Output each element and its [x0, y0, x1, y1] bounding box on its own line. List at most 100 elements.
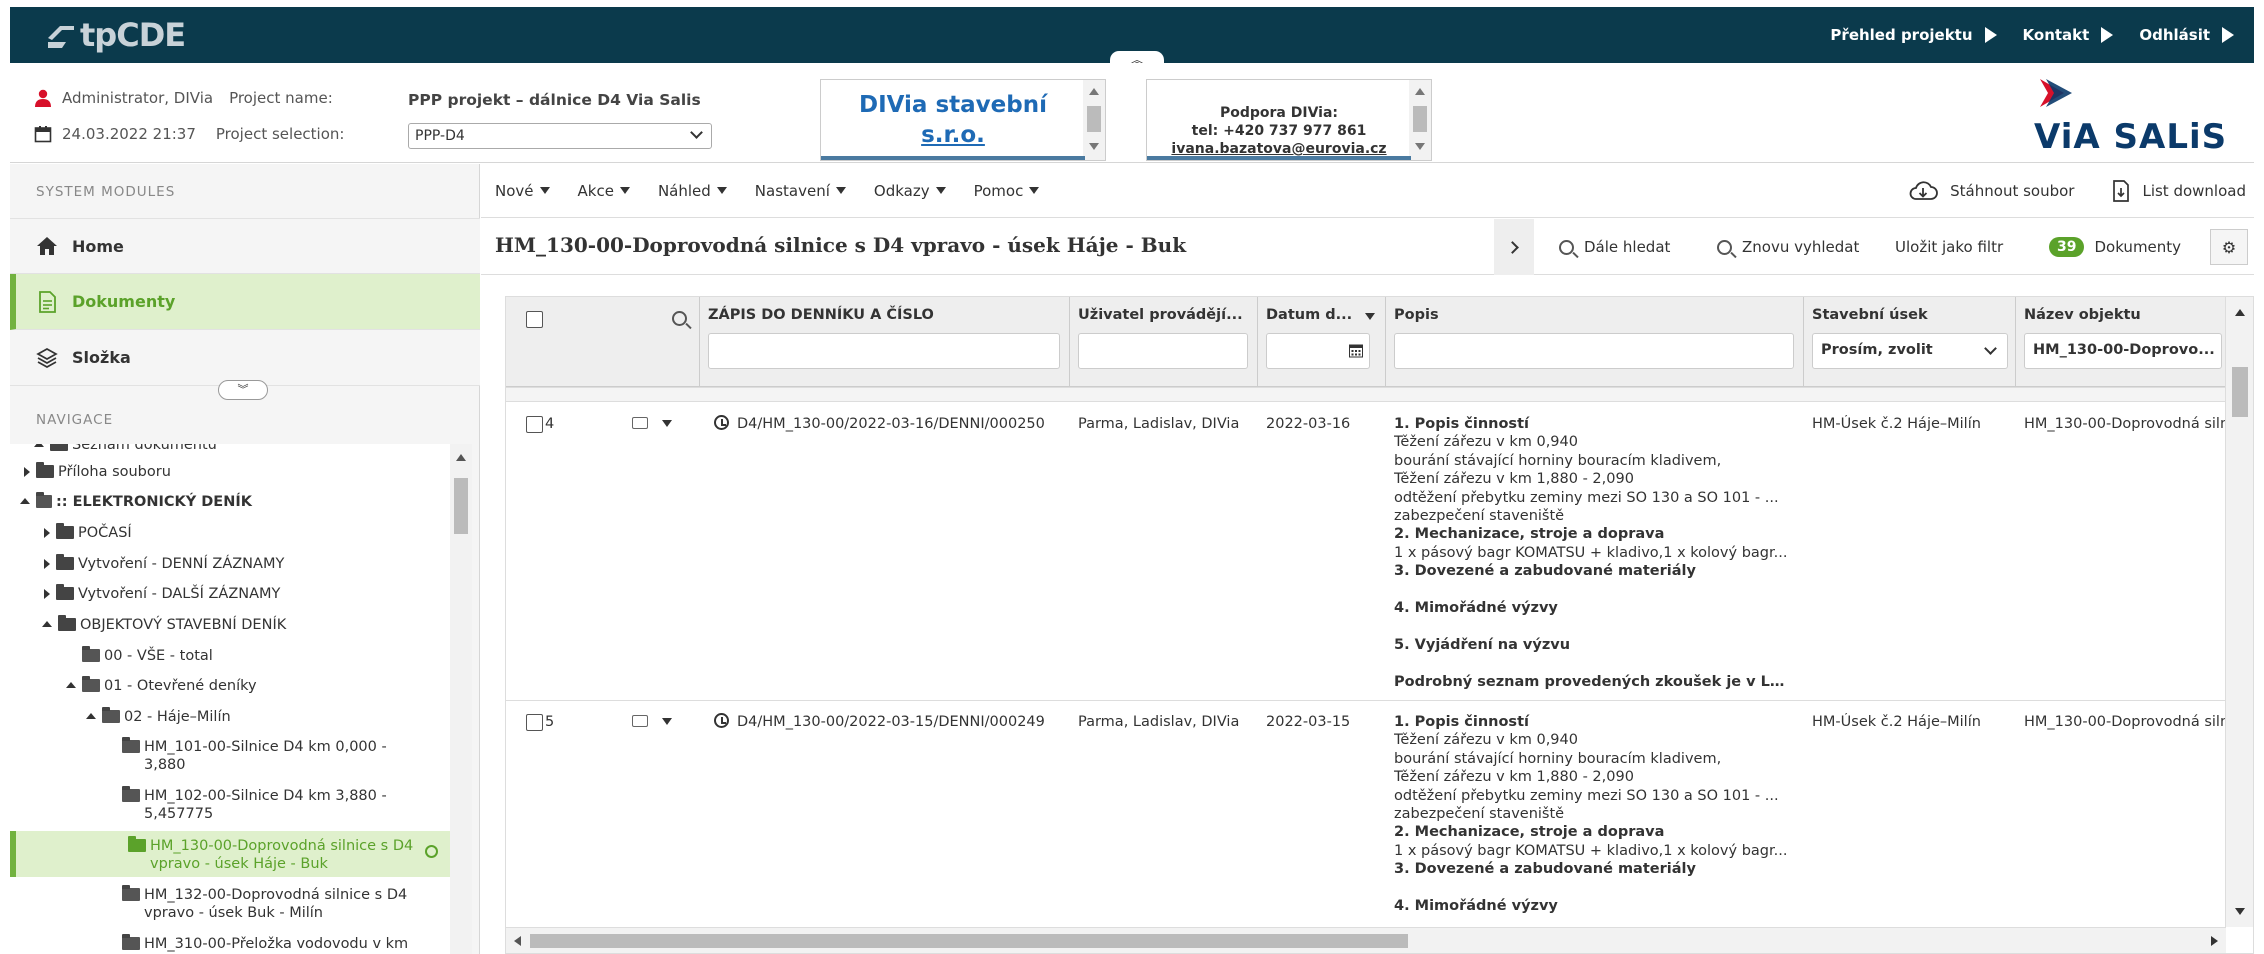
tree-item[interactable]: 01 - Otevřené deníky [66, 676, 257, 695]
nav-contact[interactable]: Kontakt [2023, 26, 2114, 44]
list-download-button[interactable]: List download [2112, 180, 2246, 202]
module-home[interactable]: Home [10, 218, 480, 274]
support-box-scrollbar[interactable] [1409, 80, 1431, 160]
menu-links[interactable]: Odkazy [874, 182, 946, 200]
search-icon[interactable] [425, 845, 438, 858]
cell-zapis[interactable]: D4/HM_130-00/2022-03-15/DENNI/000249 [714, 713, 1066, 731]
search-again-button[interactable]: Znovu vyhledat [1717, 219, 1859, 275]
tree-item[interactable]: Vytvoření - DENNÍ ZÁZNAMY [44, 554, 284, 573]
row-select: 5 [526, 713, 554, 731]
project-name: PPP projekt – dálnice D4 Via Salis [408, 91, 701, 109]
row-number: 5 [545, 714, 555, 730]
filter-datum-input[interactable] [1266, 333, 1370, 369]
stack-icon [36, 492, 52, 508]
download-file-button[interactable]: Stáhnout soubor [1908, 180, 2074, 202]
search-more-button[interactable]: Dále hledat [1559, 219, 1670, 275]
modules-collapse-toggle[interactable]: ︾ [218, 380, 268, 400]
grid-vertical-scrollbar[interactable] [2225, 297, 2253, 927]
module-label: Složka [72, 348, 131, 367]
grid-horizontal-scrollbar[interactable] [506, 927, 2226, 953]
scroll-down-icon [2235, 908, 2245, 915]
row-menu-caret-icon[interactable] [662, 420, 672, 427]
tree-item[interactable]: Seznam dokumentů [34, 444, 217, 454]
menu-settings[interactable]: Nastavení [755, 182, 846, 200]
menu-help[interactable]: Pomoc [974, 182, 1040, 200]
tree-item[interactable]: 00 - VŠE - total [82, 646, 213, 665]
user-icon [35, 89, 51, 107]
tree-item[interactable]: HM_310-00-Přeložka vodovodu v km 1,992 [122, 934, 422, 954]
row-checkbox[interactable] [526, 415, 543, 433]
select-all-checkbox[interactable] [526, 311, 543, 328]
menu-bar-right: Stáhnout soubor List download [1908, 164, 2246, 218]
tree-item-selected[interactable]: HM_130-00-Doprovodná silnice s D4 vpravo… [10, 831, 450, 877]
documents-label: Dokumenty [2094, 238, 2182, 256]
filter-uzivatel-input[interactable] [1078, 333, 1248, 369]
via-salis-logo-text: ViA SALiS [2034, 117, 2228, 157]
popis-line: odtěžení přebytku zeminy mezi SO 130 a S… [1394, 787, 1779, 804]
project-info-bar: Administrator, DIVia Project name: 24.03… [10, 63, 2254, 163]
double-chevron-down-icon: ︾ [237, 383, 249, 396]
layers-icon [36, 347, 58, 368]
envelope-icon[interactable] [632, 417, 648, 429]
header-uzivatel[interactable]: Uživatel provádějí... [1070, 297, 1258, 387]
scroll-thumb[interactable] [530, 934, 1408, 948]
expand-title-button[interactable] [1494, 219, 1534, 275]
nav-logout[interactable]: Odhlásit [2139, 26, 2234, 44]
search-icon[interactable] [672, 311, 687, 326]
sort-down-icon[interactable] [1365, 313, 1375, 320]
cell-zapis[interactable]: D4/HM_130-00/2022-03-16/DENNI/000250 [714, 415, 1066, 433]
menu-new[interactable]: Nové [495, 182, 550, 200]
row-menu-caret-icon[interactable] [662, 718, 672, 725]
table-row[interactable]: 5 D4/HM_130-00/2022-03-15/DENNI/000249 P… [506, 701, 2226, 931]
header-zapis[interactable]: ZÁPIS DO DENNÍKU A ČÍSLO [700, 297, 1070, 387]
search-icon [1717, 239, 1732, 255]
folder-icon [50, 444, 68, 451]
scroll-thumb[interactable] [1087, 106, 1101, 132]
scroll-thumb[interactable] [1413, 106, 1427, 132]
tpcde-logo[interactable]: tpCDE [46, 15, 186, 55]
tree-item[interactable]: HM_101-00-Silnice D4 km 0,000 - 3,880 [122, 737, 422, 774]
nav-label: Kontakt [2022, 26, 2090, 44]
nav-project-overview[interactable]: Přehled projektu [1830, 26, 1997, 44]
filter-zapis-input[interactable] [708, 333, 1060, 369]
tree-scrollbar[interactable] [450, 444, 472, 954]
menu-preview[interactable]: Náhled [658, 182, 727, 200]
header-popis[interactable]: Popis [1386, 297, 1804, 387]
tree-item[interactable]: HM_102-00-Silnice D4 km 3,880 - 5,457775 [122, 786, 422, 823]
filter-objekt-input[interactable]: HM_130-00-Doprovo... [2024, 333, 2222, 369]
menu-actions[interactable]: Akce [578, 182, 630, 200]
scroll-down-icon [1415, 143, 1425, 150]
tree-item[interactable]: Vytvoření - DALŠÍ ZÁZNAMY [44, 584, 280, 603]
table-row[interactable]: 4 D4/HM_130-00/2022-03-16/DENNI/000250 P… [506, 387, 2226, 701]
calendar-icon[interactable] [1349, 344, 1363, 358]
tree-item[interactable]: Příloha souboru [24, 462, 171, 481]
project-selection-dropdown[interactable]: PPP-D4 [408, 123, 712, 149]
filter-usek-select[interactable]: Prosím, zvolit [1812, 333, 2008, 369]
menu-label: Náhled [657, 181, 711, 200]
scroll-thumb[interactable] [454, 478, 468, 534]
settings-button[interactable]: ⚙ [2210, 229, 2248, 265]
tree-item[interactable]: POČASÍ [44, 523, 132, 542]
tree-item[interactable]: 02 - Háje–Milín [86, 707, 231, 726]
header-usek[interactable]: Stavební úsek Prosím, zvolit [1804, 297, 2016, 387]
save-filter-button[interactable]: Uložit jako filtr [1895, 219, 2003, 275]
tree-item[interactable]: :: ELEKTRONICKÝ DENÍK [20, 492, 252, 511]
folder-icon [36, 462, 54, 478]
module-documents[interactable]: Dokumenty [10, 274, 480, 330]
tree-item[interactable]: OBJEKTOVÝ STAVEBNÍ DENÍK [42, 615, 286, 634]
documents-count-button[interactable]: 39 Dokumenty [2049, 219, 2181, 275]
row-checkbox[interactable] [526, 713, 543, 731]
popis-line: 3. Dovezené a zabudované materiály [1394, 563, 1696, 580]
tree-label: Seznam dokumentů [72, 444, 217, 453]
module-folder[interactable]: Složka [10, 330, 480, 386]
history-icon [714, 713, 729, 728]
scroll-thumb[interactable] [2232, 367, 2248, 417]
project-selection-value: PPP-D4 [415, 128, 465, 144]
company-box-scrollbar[interactable] [1083, 80, 1105, 160]
tree-item[interactable]: HM_132-00-Doprovodná silnice s D4 vpravo… [122, 885, 422, 922]
filter-popis-input[interactable] [1394, 333, 1794, 369]
envelope-icon[interactable] [632, 715, 648, 727]
column-label: Stavební úsek [1812, 307, 1928, 323]
header-datum[interactable]: Datum d... [1258, 297, 1386, 387]
header-objekt[interactable]: Název objektu HM_130-00-Doprovo... [2016, 297, 2226, 387]
